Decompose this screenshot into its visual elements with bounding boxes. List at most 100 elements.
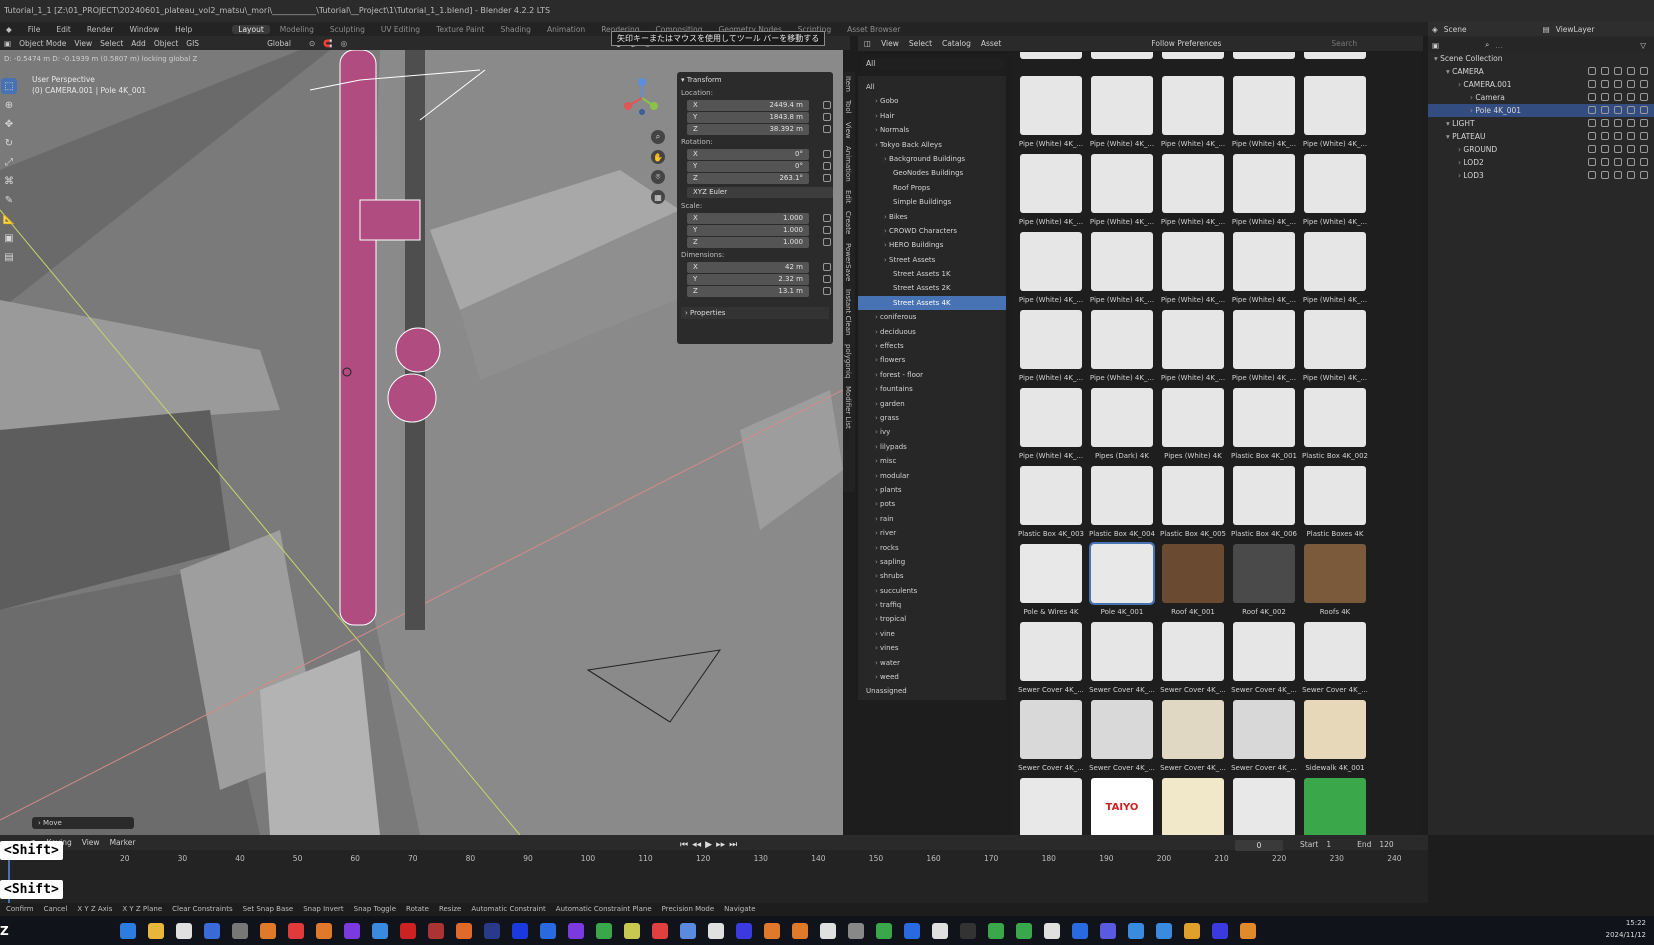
filter-icon[interactable]: ▽ <box>1640 41 1646 50</box>
asset-menu-select[interactable]: Select <box>909 39 932 48</box>
play-icon[interactable]: ▶ <box>705 840 712 850</box>
taskbar-app-icon[interactable] <box>708 922 724 939</box>
asset-tile[interactable]: Sign_A 4K_005 <box>1302 778 1368 837</box>
taskbar-app-icon[interactable] <box>204 922 220 939</box>
asset-menu-catalog[interactable]: Catalog <box>942 39 971 48</box>
lock-icon[interactable] <box>1640 132 1648 140</box>
rotation-field-z[interactable]: Z 263.1° <box>687 173 831 184</box>
taskbar-app-icon[interactable] <box>988 922 1004 939</box>
taskbar-app-icon[interactable] <box>1212 922 1228 939</box>
taskbar-app-icon[interactable] <box>456 922 472 939</box>
catalog-item[interactable]: Simple Buildings <box>858 195 1006 209</box>
workspace-tab-asset-browser[interactable]: Asset Browser <box>841 25 906 34</box>
asset-tile[interactable]: Sewer Cover 4K_... <box>1089 622 1155 699</box>
taskbar-app-icon[interactable] <box>484 922 500 939</box>
asset-tile[interactable]: Pole 4K_001 <box>1089 542 1155 621</box>
lock-icon[interactable] <box>823 150 831 158</box>
view-layer-icon[interactable]: ▤ <box>1543 25 1550 34</box>
asset-tile[interactable]: Roofs 4K <box>1302 544 1368 621</box>
catalog-item[interactable]: › succulents <box>858 584 1006 598</box>
gis-menu[interactable]: GIS <box>186 39 199 48</box>
scale-icon[interactable]: ⤢ <box>1 154 17 170</box>
checkbox-icon[interactable] <box>1588 145 1596 153</box>
asset-tile[interactable] <box>1160 52 1226 77</box>
asset-tile[interactable]: Sewer Cover 4K_... <box>1089 700 1155 777</box>
asset-tile[interactable]: Plastic Box 4K_003 <box>1018 466 1084 543</box>
navigation-gizmo[interactable] <box>620 76 664 120</box>
workspace-tab-uv-editing[interactable]: UV Editing <box>375 25 426 34</box>
asset-tile[interactable]: Pipe (White) 4K_... <box>1231 232 1297 309</box>
asset-tile[interactable]: Pipe (White) 4K_... <box>1018 232 1084 309</box>
workspace-tab-animation[interactable]: Animation <box>541 25 591 34</box>
asset-tile[interactable]: Pipe (White) 4K_... <box>1302 76 1368 153</box>
sidebar-tab-animation[interactable]: Animation <box>844 142 852 186</box>
taskbar-app-icon[interactable] <box>428 922 444 939</box>
catalog-item[interactable]: › Background Buildings <box>858 152 1006 166</box>
timeline-frame-ruler[interactable]: 20 30 40 50 60 70 80 90 100 110 120 130 140 150 160 170… <box>0 854 1428 866</box>
sidebar-tab-tool[interactable]: Tool <box>844 96 852 118</box>
taskbar-app-icon[interactable] <box>232 922 248 939</box>
snap-icon[interactable]: 🧲 <box>323 39 332 48</box>
catalog-item[interactable]: › tropical <box>858 612 1006 626</box>
catalog-item[interactable]: › CROWD Characters <box>858 224 1006 238</box>
grease-pencil-icon[interactable]: ▤ <box>1 249 17 265</box>
select-arrow-icon[interactable] <box>1601 106 1609 114</box>
asset-tile[interactable]: Pipe (White) 4K_... <box>1018 154 1084 231</box>
camera-render-icon[interactable] <box>1627 93 1635 101</box>
asset-search-input[interactable]: Search <box>1331 39 1357 48</box>
jump-start-icon[interactable]: ⏮ <box>680 840 688 850</box>
catalog-item[interactable]: › pots <box>858 497 1006 511</box>
asset-tile[interactable]: Sewer Cover 4K_... <box>1160 700 1226 777</box>
display-mode-icon[interactable]: ▣ <box>1432 41 1439 50</box>
asset-tile[interactable]: Sewer Cover 4K_... <box>1231 700 1297 777</box>
catalog-item[interactable]: › river <box>858 526 1006 540</box>
select-box-icon[interactable]: ⬚ <box>1 78 17 94</box>
taskbar-app-icon[interactable] <box>148 922 164 939</box>
camera-render-icon[interactable] <box>1627 67 1635 75</box>
asset-tile[interactable]: Sewer Cover 4K_... <box>1160 622 1226 699</box>
search-icon[interactable]: ⌕ <box>1485 40 1489 50</box>
asset-library-dropdown[interactable]: Follow Preferences <box>1151 39 1221 48</box>
catalog-item[interactable]: › garden <box>858 397 1006 411</box>
catalog-item[interactable]: All <box>858 80 1006 94</box>
taskbar-app-icon[interactable] <box>1184 922 1200 939</box>
jump-end-icon[interactable]: ⏭ <box>729 840 737 850</box>
lock-icon[interactable] <box>1640 171 1648 179</box>
asset-tile[interactable]: Pipe (White) 4K_... <box>1089 310 1155 387</box>
scene-selector[interactable]: Scene <box>1444 25 1467 34</box>
menu-window[interactable]: Window <box>124 25 166 34</box>
lock-icon[interactable] <box>1640 67 1648 75</box>
menu-edit[interactable]: Edit <box>50 25 77 34</box>
asset-tile[interactable] <box>1018 52 1084 77</box>
taskbar-app-icon[interactable] <box>764 922 780 939</box>
outliner-row[interactable]: ▾ LIGHT <box>1428 117 1654 130</box>
asset-tile[interactable]: Sidewalk 4K_001 <box>1302 700 1368 777</box>
taskbar-app-icon[interactable] <box>680 922 696 939</box>
taskbar-app-icon[interactable] <box>344 922 360 939</box>
lock-icon[interactable] <box>823 238 831 246</box>
timeline-menu-marker[interactable]: Marker <box>110 838 136 847</box>
asset-tile[interactable]: Plastic Boxes 4K <box>1302 466 1368 543</box>
lock-icon[interactable] <box>823 125 831 133</box>
asset-tile[interactable]: Plastic Box 4K_006 <box>1231 466 1297 543</box>
lock-icon[interactable] <box>823 101 831 109</box>
taskbar-app-icon[interactable] <box>876 922 892 939</box>
outliner-row[interactable]: ▾ CAMERA <box>1428 65 1654 78</box>
taskbar-app-icon[interactable] <box>652 922 668 939</box>
rotate-icon[interactable]: ↻ <box>1 135 17 151</box>
sidebar-tab-powersave[interactable]: PowerSave <box>844 239 852 285</box>
camera-render-icon[interactable] <box>1627 171 1635 179</box>
catalog-item[interactable]: › fountains <box>858 382 1006 396</box>
measure-icon[interactable]: 📐 <box>1 211 17 227</box>
lock-icon[interactable] <box>1640 93 1648 101</box>
checkbox-icon[interactable] <box>1588 93 1596 101</box>
taskbar-app-icon[interactable] <box>1044 922 1060 939</box>
select-arrow-icon[interactable] <box>1601 145 1609 153</box>
eye-icon[interactable] <box>1614 132 1622 140</box>
taskbar-app-icon[interactable] <box>176 922 192 939</box>
asset-tile[interactable]: Pipe (White) 4K_... <box>1302 154 1368 231</box>
asset-tile[interactable]: Sewer Cover 4K_... <box>1018 622 1084 699</box>
location-field-x[interactable]: X 2449.4 m <box>687 100 831 111</box>
lock-icon[interactable] <box>823 263 831 271</box>
lock-icon[interactable] <box>823 226 831 234</box>
